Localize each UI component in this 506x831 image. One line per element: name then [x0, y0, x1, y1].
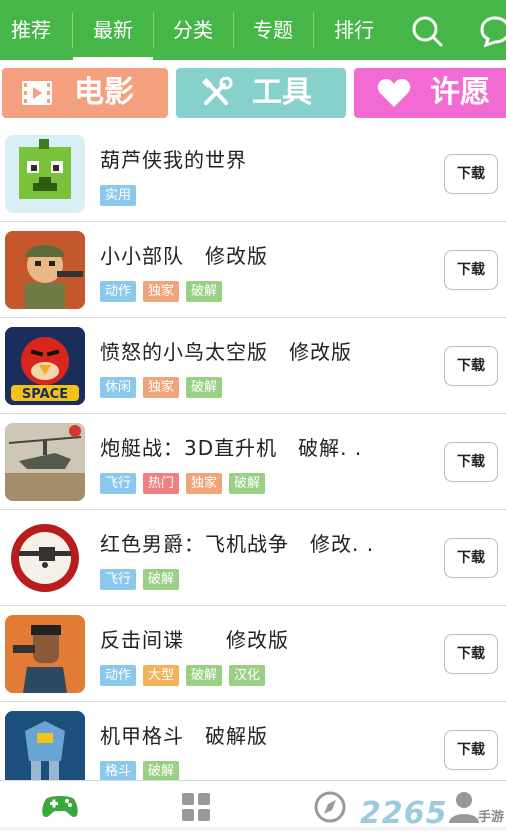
category-wish-label: 许愿 [430, 75, 490, 110]
tag-badge: 动作 [100, 665, 137, 686]
chat-bubble-icon[interactable] [478, 14, 506, 48]
tag-badge: 大型 [143, 665, 180, 686]
category-wish-button[interactable]: 许愿 [354, 68, 506, 118]
film-icon [22, 81, 52, 105]
tag-list: 飞行 破解 [100, 569, 186, 591]
category-banner: 电影 工具 许愿 [0, 60, 506, 126]
list-item[interactable]: 反击间谍 修改版 动作 大型 破解 汉化 下载 [0, 606, 506, 702]
tag-badge: 独家 [143, 281, 180, 302]
tag-badge: 动作 [100, 281, 137, 302]
top-nav: 推荐 最新 分类 专题 排行 [0, 0, 506, 60]
tag-badge: 飞行 [100, 473, 137, 494]
green-creeper-app-icon [5, 135, 85, 213]
compass-icon[interactable] [310, 789, 350, 825]
category-tools-label: 工具 [252, 75, 312, 110]
download-button[interactable]: 下载 [444, 250, 498, 290]
tag-badge: 热门 [143, 473, 180, 494]
list-item[interactable]: 机甲格斗 破解版 格斗 破解 下载 [0, 702, 506, 780]
tag-badge: 休闲 [100, 377, 137, 398]
tab-ranking[interactable]: 排行 [313, 0, 395, 60]
tab-category[interactable]: 分类 [153, 0, 233, 60]
list-item[interactable]: SPACE 愤怒的小鸟太空版 修改版 休闲 独家 破解 下载 [0, 318, 506, 414]
category-movie-label: 电影 [74, 75, 134, 110]
helicopter-app-icon [5, 423, 85, 501]
watermark-sub-label: 手游 [478, 810, 505, 825]
list-item[interactable]: 小小部队 修改版 动作 独家 破解 下载 [0, 222, 506, 318]
app-list: 葫芦侠我的世界 实用 下载 小小部队 修改版 动作 独家 破解 下载 SPACE… [0, 126, 506, 780]
download-button[interactable]: 下载 [444, 154, 498, 194]
tag-badge: 飞行 [100, 569, 137, 590]
app-name: 红色男爵：飞机战争 修改. . [100, 532, 375, 556]
tab-latest[interactable]: 最新 [73, 0, 153, 60]
tag-badge: 破解 [186, 281, 223, 302]
download-button[interactable]: 下载 [444, 730, 498, 770]
red-baron-app-icon [5, 519, 85, 597]
download-button[interactable]: 下载 [444, 442, 498, 482]
tag-badge: 破解 [143, 761, 180, 780]
tag-list: 格斗 破解 [100, 761, 186, 780]
app-name: 反击间谍 修改版 [100, 628, 289, 652]
angry-bird-space-app-icon: SPACE [5, 327, 85, 405]
app-name: 小小部队 修改版 [100, 244, 268, 268]
list-item[interactable]: 葫芦侠我的世界 实用 下载 [0, 126, 506, 222]
svg-text:SPACE: SPACE [22, 387, 68, 402]
tag-badge: 破解 [143, 569, 180, 590]
tag-list: 休闲 独家 破解 [100, 377, 229, 399]
list-item[interactable]: 炮艇战：3D直升机 破解. . 飞行 热门 独家 破解 下载 [0, 414, 506, 510]
tools-icon [202, 77, 233, 105]
tag-list: 飞行 热门 独家 破解 [100, 473, 272, 495]
tag-badge: 破解 [186, 665, 223, 686]
search-icon[interactable] [410, 14, 444, 48]
tab-recommend[interactable]: 推荐 [0, 0, 62, 60]
list-item[interactable]: 红色男爵：飞机战争 修改. . 飞行 破解 下载 [0, 510, 506, 606]
category-movie-button[interactable]: 电影 [2, 68, 168, 118]
tab-topics[interactable]: 专题 [233, 0, 313, 60]
app-name: 炮艇战：3D直升机 破解. . [100, 436, 363, 460]
tag-badge: 破解 [229, 473, 266, 494]
spy-app-icon [5, 615, 85, 693]
tag-badge: 实用 [100, 185, 137, 206]
soldier-app-icon [5, 231, 85, 309]
heart-icon [377, 79, 411, 107]
apps-grid-icon[interactable] [176, 789, 216, 825]
tag-badge: 汉化 [229, 665, 266, 686]
tag-list: 实用 [100, 185, 143, 207]
download-button[interactable]: 下载 [444, 634, 498, 674]
app-name: 愤怒的小鸟太空版 修改版 [100, 340, 352, 364]
tag-list: 动作 独家 破解 [100, 281, 229, 303]
tag-list: 动作 大型 破解 汉化 [100, 665, 272, 687]
tag-badge: 独家 [186, 473, 223, 494]
category-tools-button[interactable]: 工具 [176, 68, 346, 118]
app-name: 葫芦侠我的世界 [100, 148, 247, 172]
mech-app-icon [5, 711, 85, 780]
tag-badge: 破解 [186, 377, 223, 398]
app-name: 机甲格斗 破解版 [100, 724, 268, 748]
download-button[interactable]: 下载 [444, 538, 498, 578]
download-button[interactable]: 下载 [444, 346, 498, 386]
tag-badge: 格斗 [100, 761, 137, 780]
gamepad-icon[interactable] [40, 789, 80, 825]
tag-badge: 独家 [143, 377, 180, 398]
